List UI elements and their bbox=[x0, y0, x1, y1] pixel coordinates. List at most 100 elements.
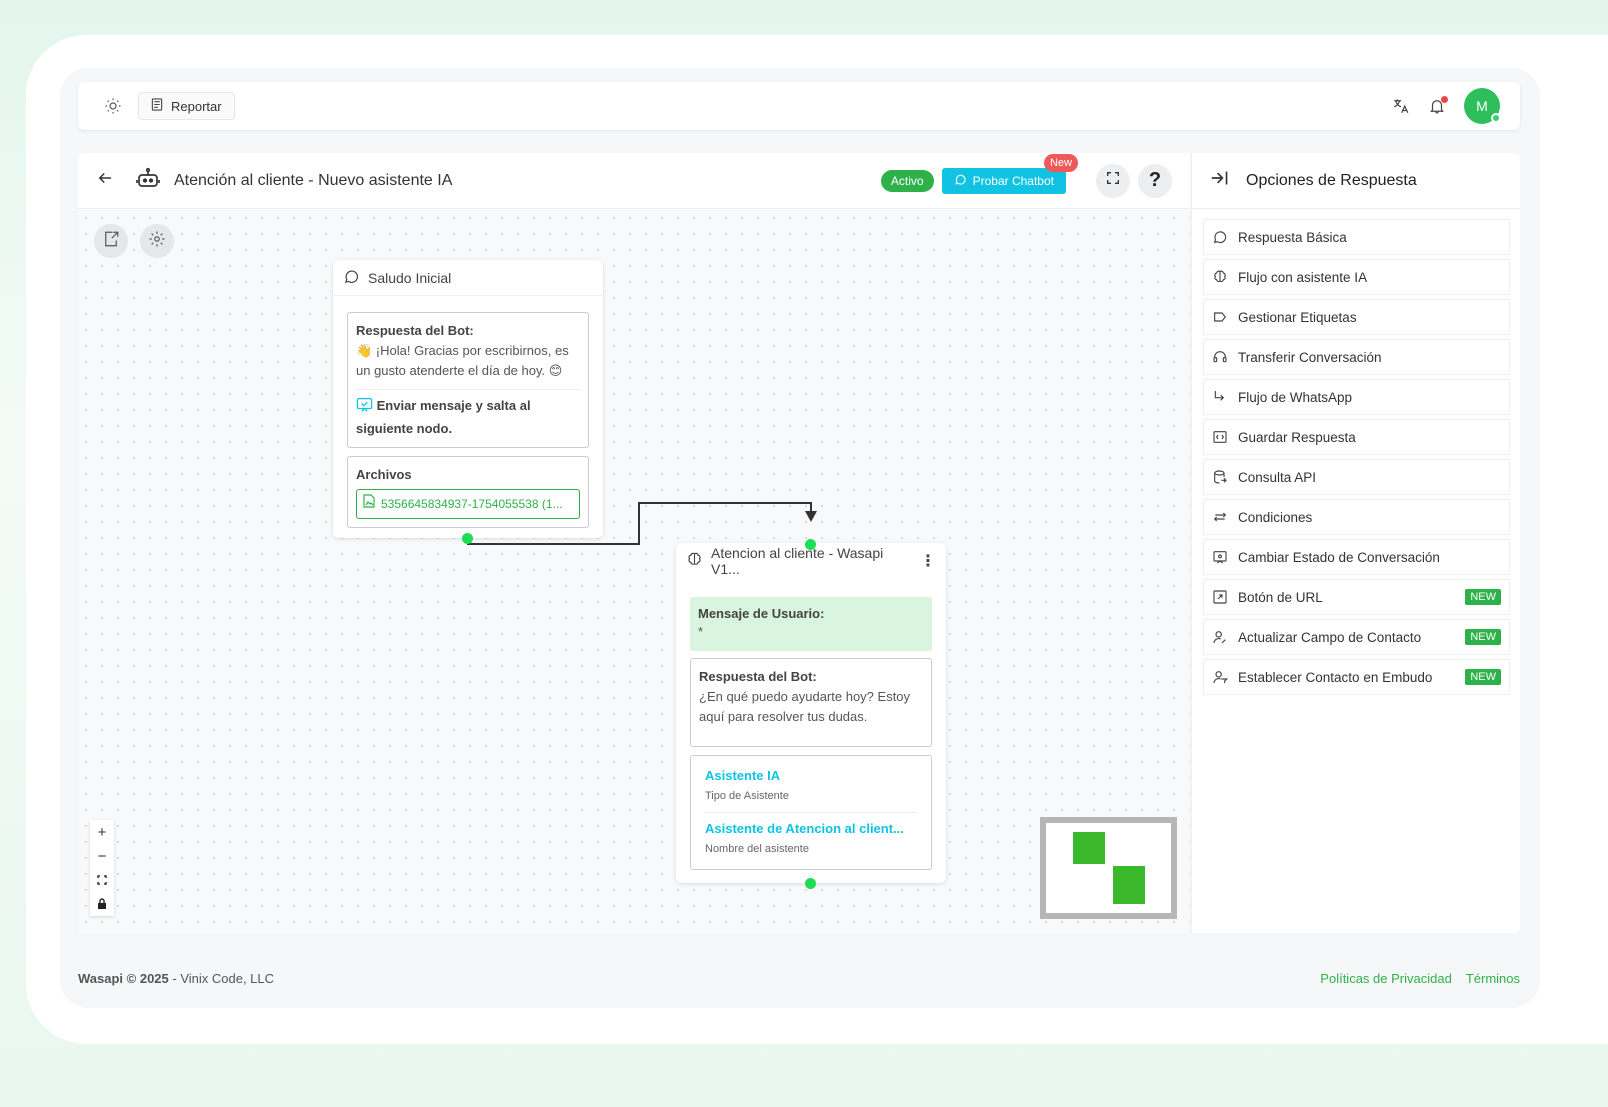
option-label: Establecer Contacto en Embudo bbox=[1238, 669, 1433, 685]
user-funnel-icon bbox=[1212, 669, 1228, 685]
flow-canvas[interactable]: Saludo Inicial Respuesta del Bot: 👋 ¡Hol… bbox=[78, 210, 1190, 933]
terms-link[interactable]: Términos bbox=[1466, 971, 1520, 986]
node1-output-handle[interactable] bbox=[462, 533, 473, 544]
option-label: Consulta API bbox=[1238, 469, 1317, 485]
response-options-panel: Opciones de Respuesta Respuesta Básica F… bbox=[1191, 153, 1520, 933]
option-label: Actualizar Campo de Contacto bbox=[1238, 629, 1422, 645]
new-tag: NEW bbox=[1465, 629, 1501, 645]
top-bar: Reportar M bbox=[78, 82, 1520, 130]
lock-icon bbox=[97, 896, 107, 913]
fit-view-icon bbox=[97, 872, 107, 889]
connector-line bbox=[467, 480, 817, 545]
status-badge: Activo bbox=[880, 169, 934, 192]
chat-bubble-icon bbox=[1212, 229, 1228, 245]
test-chatbot-label: Probar Chatbot bbox=[972, 173, 1054, 188]
option-item[interactable]: Establecer Contacto en Embudo NEW bbox=[1203, 659, 1510, 695]
node2-output-handle[interactable] bbox=[805, 878, 816, 889]
link-box-icon bbox=[1212, 589, 1228, 605]
send-message-icon bbox=[356, 397, 373, 419]
option-label: Transferir Conversación bbox=[1238, 349, 1382, 365]
option-item[interactable]: Consulta API bbox=[1203, 459, 1510, 495]
help-icon: ? bbox=[1148, 169, 1162, 191]
user-edit-icon bbox=[1212, 629, 1228, 645]
app-window: Reportar M Atención al cliente - Nuevo a… bbox=[60, 68, 1540, 1008]
variable-icon bbox=[1212, 429, 1228, 445]
user-message-text: * bbox=[698, 624, 704, 639]
avatar-initial: M bbox=[1476, 98, 1488, 114]
header-actions: Activo Probar Chatbot New ? bbox=[880, 153, 1172, 198]
minimap-node bbox=[1113, 866, 1145, 904]
node-saludo-inicial[interactable]: Saludo Inicial Respuesta del Bot: 👋 ¡Hol… bbox=[333, 260, 603, 538]
swap-icon bbox=[1212, 509, 1228, 525]
tag-icon bbox=[1212, 309, 1228, 325]
database-icon bbox=[1212, 469, 1228, 485]
chat-bubble-icon bbox=[343, 268, 360, 288]
node-atencion-cliente[interactable]: Atencion al cliente - Wasapi V1... ⋮ Men… bbox=[676, 543, 946, 883]
zoom-out-button[interactable]: − bbox=[90, 844, 114, 868]
assistant-name-value[interactable]: Asistente de Atencion al client... bbox=[705, 819, 917, 839]
option-label: Flujo de WhatsApp bbox=[1238, 389, 1353, 405]
option-label: Cambiar Estado de Conversación bbox=[1238, 549, 1440, 565]
report-label: Reportar bbox=[171, 98, 222, 114]
files-box: Archivos 5356645834937-1754055538 (1... bbox=[347, 456, 589, 528]
whatsapp-icon bbox=[954, 173, 967, 189]
avatar[interactable]: M bbox=[1464, 88, 1501, 124]
option-item[interactable]: Flujo de WhatsApp bbox=[1203, 379, 1510, 415]
option-item[interactable]: Condiciones bbox=[1203, 499, 1510, 535]
option-item[interactable]: Actualizar Campo de Contacto NEW bbox=[1203, 619, 1510, 655]
option-label: Guardar Respuesta bbox=[1238, 429, 1356, 445]
help-button[interactable]: ? bbox=[1138, 163, 1172, 198]
option-label: Condiciones bbox=[1238, 509, 1313, 525]
more-vertical-icon[interactable]: ⋮ bbox=[920, 551, 936, 571]
option-item[interactable]: Gestionar Etiquetas bbox=[1203, 299, 1510, 335]
action-text: Enviar mensaje y salta al siguiente nodo… bbox=[356, 398, 531, 436]
new-tag: NEW bbox=[1465, 669, 1501, 685]
brain-icon bbox=[686, 551, 703, 571]
flow-title: Atención al cliente - Nuevo asistente IA bbox=[174, 171, 453, 189]
action-row: Enviar mensaje y salta al siguiente nodo… bbox=[356, 389, 580, 439]
option-item[interactable]: Cambiar Estado de Conversación bbox=[1203, 539, 1510, 575]
files-label: Archivos bbox=[356, 467, 412, 482]
bell-icon[interactable] bbox=[1428, 96, 1448, 115]
file-attachment[interactable]: 5356645834937-1754055538 (1... bbox=[356, 489, 580, 519]
node2-input-handle[interactable] bbox=[805, 539, 816, 550]
bot-response-label: Respuesta del Bot: bbox=[356, 323, 474, 338]
report-button[interactable]: Reportar bbox=[138, 92, 235, 120]
back-arrow-icon[interactable] bbox=[96, 169, 114, 192]
user-message-label: Mensaje de Usuario: bbox=[698, 606, 825, 621]
zoom-in-button[interactable]: + bbox=[90, 820, 114, 844]
translate-icon[interactable] bbox=[1392, 97, 1410, 115]
assistant-type-value[interactable]: Asistente IA bbox=[705, 766, 917, 786]
option-item[interactable]: Guardar Respuesta bbox=[1203, 419, 1510, 455]
headset-icon bbox=[1212, 349, 1228, 365]
theme-toggle-icon[interactable] bbox=[98, 91, 128, 121]
panel-header: Opciones de Respuesta bbox=[1192, 153, 1520, 209]
option-item[interactable]: Flujo con asistente IA bbox=[1203, 259, 1510, 295]
assistant-name-row: Asistente de Atencion al client... Nombr… bbox=[705, 812, 917, 859]
fit-view-button[interactable] bbox=[90, 868, 114, 892]
topbar-right: M bbox=[1392, 88, 1501, 124]
assistant-name-label: Nombre del asistente bbox=[705, 843, 809, 855]
flow-editor: Atención al cliente - Nuevo asistente IA… bbox=[78, 153, 1190, 933]
minimap-node bbox=[1073, 832, 1105, 864]
option-item[interactable]: Botón de URL NEW bbox=[1203, 579, 1510, 615]
option-label: Botón de URL bbox=[1238, 589, 1323, 605]
lock-button[interactable] bbox=[90, 892, 114, 916]
bot-response-box: Respuesta del Bot: ¿En qué puedo ayudart… bbox=[690, 658, 932, 747]
fullscreen-button[interactable] bbox=[1096, 163, 1130, 198]
option-label: Respuesta Básica bbox=[1238, 229, 1347, 245]
bot-response-box: Respuesta del Bot: 👋 ¡Hola! Gracias por … bbox=[347, 312, 589, 448]
status-chat-icon bbox=[1212, 549, 1228, 565]
robot-icon bbox=[136, 166, 160, 195]
footer-brand: Wasapi © 2025 bbox=[78, 971, 169, 986]
user-message-box: Mensaje de Usuario: * bbox=[690, 597, 932, 651]
privacy-link[interactable]: Políticas de Privacidad bbox=[1320, 971, 1452, 986]
collapse-panel-icon[interactable] bbox=[1210, 169, 1230, 192]
bot-response-text: 👋 ¡Hola! Gracias por escribirnos, es un … bbox=[356, 343, 569, 378]
option-item[interactable]: Transferir Conversación bbox=[1203, 339, 1510, 375]
footer: Wasapi © 2025 - Vinix Code, LLC Política… bbox=[78, 971, 1520, 986]
minimap[interactable] bbox=[1040, 817, 1177, 919]
zoom-controls: + − bbox=[90, 820, 114, 916]
option-item[interactable]: Respuesta Básica bbox=[1203, 219, 1510, 255]
test-chatbot-button[interactable]: Probar Chatbot New bbox=[941, 153, 1078, 194]
